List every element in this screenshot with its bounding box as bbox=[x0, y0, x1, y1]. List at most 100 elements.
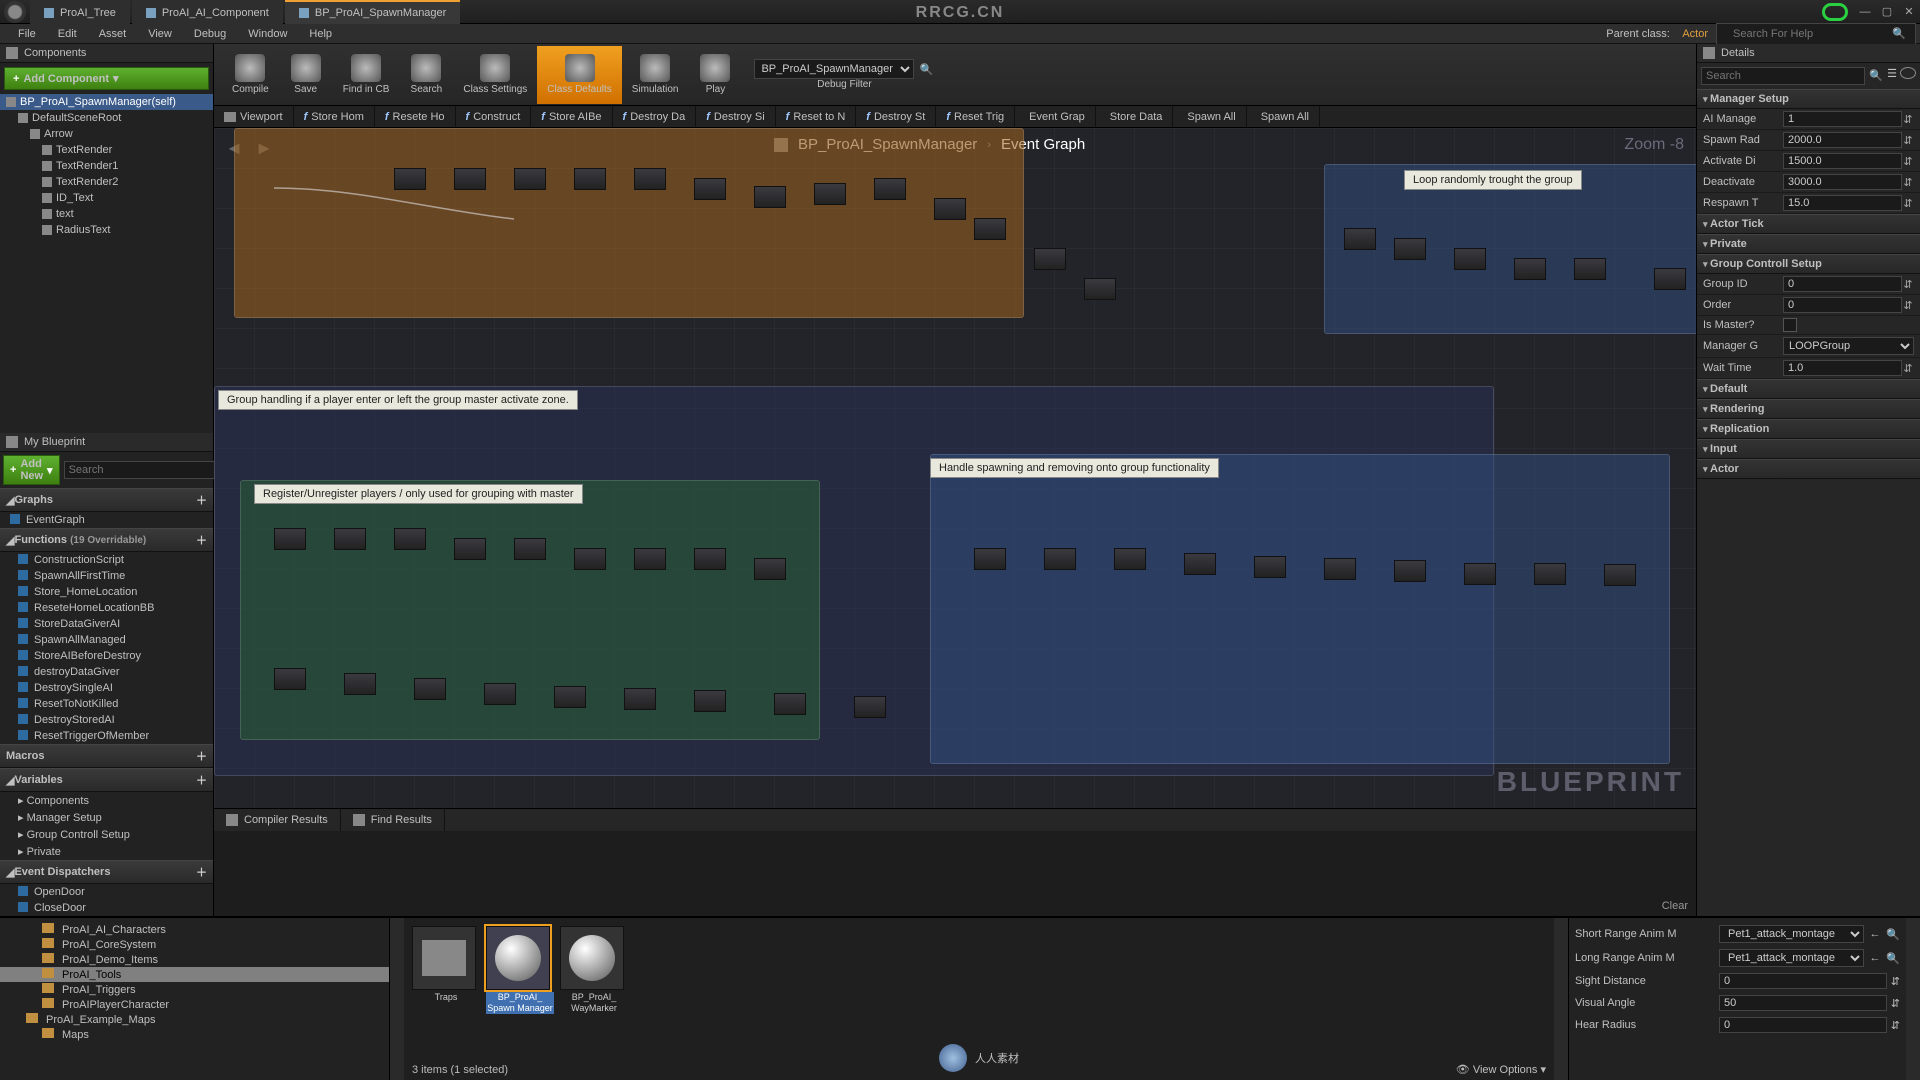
graph-node[interactable] bbox=[414, 678, 446, 700]
component-item[interactable]: ID_Text bbox=[0, 190, 213, 206]
graph-node[interactable] bbox=[1394, 238, 1426, 260]
event-graph-item[interactable]: EventGraph bbox=[0, 512, 213, 528]
asset-view[interactable]: TrapsBP_ProAI_ Spawn ManagerBP_ProAI_ Wa… bbox=[404, 918, 1554, 1080]
spinner-icon[interactable]: ⇵ bbox=[1902, 278, 1914, 291]
add-new-button[interactable]: Add New ▾ bbox=[3, 455, 60, 485]
toolbar-compile[interactable]: Compile bbox=[222, 46, 279, 104]
spinner-icon[interactable]: ⇵ bbox=[1902, 299, 1914, 312]
function-item[interactable]: ReseteHomeLocationBB bbox=[0, 600, 213, 616]
graph-node[interactable] bbox=[754, 186, 786, 208]
component-item[interactable]: DefaultSceneRoot bbox=[0, 110, 213, 126]
add-graph-icon[interactable]: ＋ bbox=[196, 492, 207, 508]
graph-node[interactable] bbox=[974, 548, 1006, 570]
component-item[interactable]: RadiusText bbox=[0, 222, 213, 238]
details-input[interactable] bbox=[1783, 360, 1902, 376]
graph-node[interactable] bbox=[1034, 248, 1066, 270]
details-category[interactable]: Actor Tick bbox=[1697, 214, 1920, 234]
event-graph-canvas[interactable]: ◄ ► BP_ProAI_SpawnManager › Event Graph … bbox=[214, 128, 1696, 808]
graph-node[interactable] bbox=[1464, 563, 1496, 585]
search-help-field[interactable]: Search For Help 🔍 bbox=[1716, 23, 1916, 45]
component-item[interactable]: TextRender1 bbox=[0, 158, 213, 174]
toolbar-find-in-cb[interactable]: Find in CB bbox=[333, 46, 400, 104]
graph-node[interactable] bbox=[394, 168, 426, 190]
graph-node[interactable] bbox=[394, 528, 426, 550]
menu-edit[interactable]: Edit bbox=[48, 26, 87, 42]
add-component-button[interactable]: Add Component ▾ bbox=[4, 67, 209, 90]
folder-item[interactable]: ProAI_CoreSystem bbox=[0, 937, 389, 952]
details-category[interactable]: Group Controll Setup bbox=[1697, 254, 1920, 274]
spinner-icon[interactable]: ⇵ bbox=[1902, 362, 1914, 375]
spinner-icon[interactable]: ⇵ bbox=[1891, 975, 1900, 988]
details-category[interactable]: Input bbox=[1697, 439, 1920, 459]
asset-input[interactable] bbox=[1719, 995, 1887, 1011]
graph-node[interactable] bbox=[854, 696, 886, 718]
browse-icon[interactable]: 🔍 bbox=[1886, 927, 1900, 941]
goto-icon[interactable]: ← bbox=[1868, 951, 1882, 965]
details-input[interactable] bbox=[1783, 276, 1902, 292]
function-item[interactable]: ConstructionScript bbox=[0, 552, 213, 568]
details-search[interactable] bbox=[1701, 67, 1865, 85]
component-item[interactable]: TextRender bbox=[0, 142, 213, 158]
scrollbar[interactable] bbox=[390, 918, 404, 1080]
component-item[interactable]: text bbox=[0, 206, 213, 222]
graph-node[interactable] bbox=[574, 168, 606, 190]
asset-item[interactable]: BP_ProAI_ WayMarker bbox=[560, 926, 628, 1072]
graph-node[interactable] bbox=[514, 538, 546, 560]
details-input[interactable] bbox=[1783, 132, 1902, 148]
graph-node[interactable] bbox=[1084, 278, 1116, 300]
graph-node[interactable] bbox=[554, 686, 586, 708]
asset-item[interactable]: Traps bbox=[412, 926, 480, 1072]
graph-node[interactable] bbox=[634, 548, 666, 570]
graph-tab[interactable]: Store Data bbox=[1096, 106, 1174, 127]
graph-node[interactable] bbox=[454, 538, 486, 560]
toolbar-class-defaults[interactable]: Class Defaults bbox=[537, 46, 621, 104]
graph-tab[interactable]: Reset Trig bbox=[936, 106, 1015, 127]
folder-item[interactable]: ProAI_Demo_Items bbox=[0, 952, 389, 967]
toolbar-search[interactable]: Search bbox=[399, 46, 453, 104]
folder-item[interactable]: ProAIPlayerCharacter bbox=[0, 997, 389, 1012]
browse-icon[interactable]: 🔍 bbox=[1886, 951, 1900, 965]
details-category[interactable]: Replication bbox=[1697, 419, 1920, 439]
add-function-icon[interactable]: ＋ bbox=[196, 532, 207, 548]
graph-tab[interactable]: Store AIBe bbox=[531, 106, 612, 127]
tab-find-results[interactable]: Find Results bbox=[341, 809, 445, 831]
graph-node[interactable] bbox=[1114, 548, 1146, 570]
graph-node[interactable] bbox=[574, 548, 606, 570]
graph-node[interactable] bbox=[1454, 248, 1486, 270]
graph-node[interactable] bbox=[694, 690, 726, 712]
graph-node[interactable] bbox=[754, 558, 786, 580]
details-input[interactable] bbox=[1783, 174, 1902, 190]
toolbar-class-settings[interactable]: Class Settings bbox=[453, 46, 537, 104]
folder-item[interactable]: ProAI_Example_Maps bbox=[0, 1012, 389, 1027]
graph-node[interactable] bbox=[1344, 228, 1376, 250]
spinner-icon[interactable]: ⇵ bbox=[1902, 155, 1914, 168]
graph-node[interactable] bbox=[274, 528, 306, 550]
spinner-icon[interactable]: ⇵ bbox=[1902, 134, 1914, 147]
spinner-icon[interactable]: ⇵ bbox=[1902, 176, 1914, 189]
eye-icon[interactable] bbox=[1900, 67, 1916, 79]
graph-node[interactable] bbox=[1654, 268, 1686, 290]
graph-node[interactable] bbox=[344, 673, 376, 695]
graph-tab[interactable]: Reset to N bbox=[776, 106, 857, 127]
function-item[interactable]: DestroyStoredAI bbox=[0, 712, 213, 728]
graph-node[interactable] bbox=[1324, 558, 1356, 580]
variable-group[interactable]: ▸ Components bbox=[0, 792, 213, 809]
graph-tab[interactable]: Destroy Da bbox=[613, 106, 697, 127]
details-input[interactable] bbox=[1783, 153, 1902, 169]
details-category[interactable]: Manager Setup bbox=[1697, 89, 1920, 109]
details-category[interactable]: Private bbox=[1697, 234, 1920, 254]
content-tree[interactable]: ProAI_AI_CharactersProAI_CoreSystemProAI… bbox=[0, 918, 390, 1080]
details-category[interactable]: Rendering bbox=[1697, 399, 1920, 419]
clear-button[interactable]: Clear bbox=[1662, 900, 1688, 912]
graph-region-green[interactable] bbox=[240, 480, 820, 740]
spinner-icon[interactable]: ⇵ bbox=[1891, 997, 1900, 1010]
graph-node[interactable] bbox=[694, 548, 726, 570]
dispatcher-item[interactable]: CloseDoor bbox=[0, 900, 213, 916]
folder-item[interactable]: ProAI_Triggers bbox=[0, 982, 389, 997]
graph-node[interactable] bbox=[974, 218, 1006, 240]
my-blueprint-search[interactable] bbox=[64, 461, 216, 479]
component-item[interactable]: TextRender2 bbox=[0, 174, 213, 190]
toolbar-save[interactable]: Save bbox=[279, 46, 333, 104]
scrollbar[interactable] bbox=[1554, 918, 1568, 1080]
variable-group[interactable]: ▸ Manager Setup bbox=[0, 809, 213, 826]
